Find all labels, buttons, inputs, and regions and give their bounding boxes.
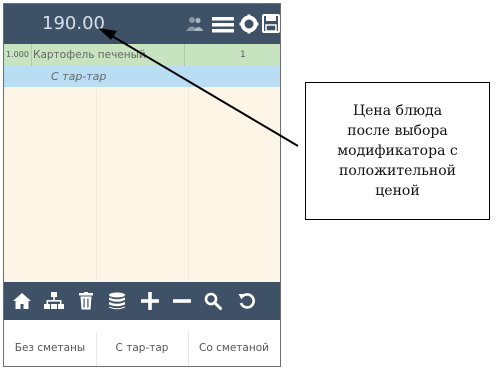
callout-arrow — [98, 28, 299, 147]
